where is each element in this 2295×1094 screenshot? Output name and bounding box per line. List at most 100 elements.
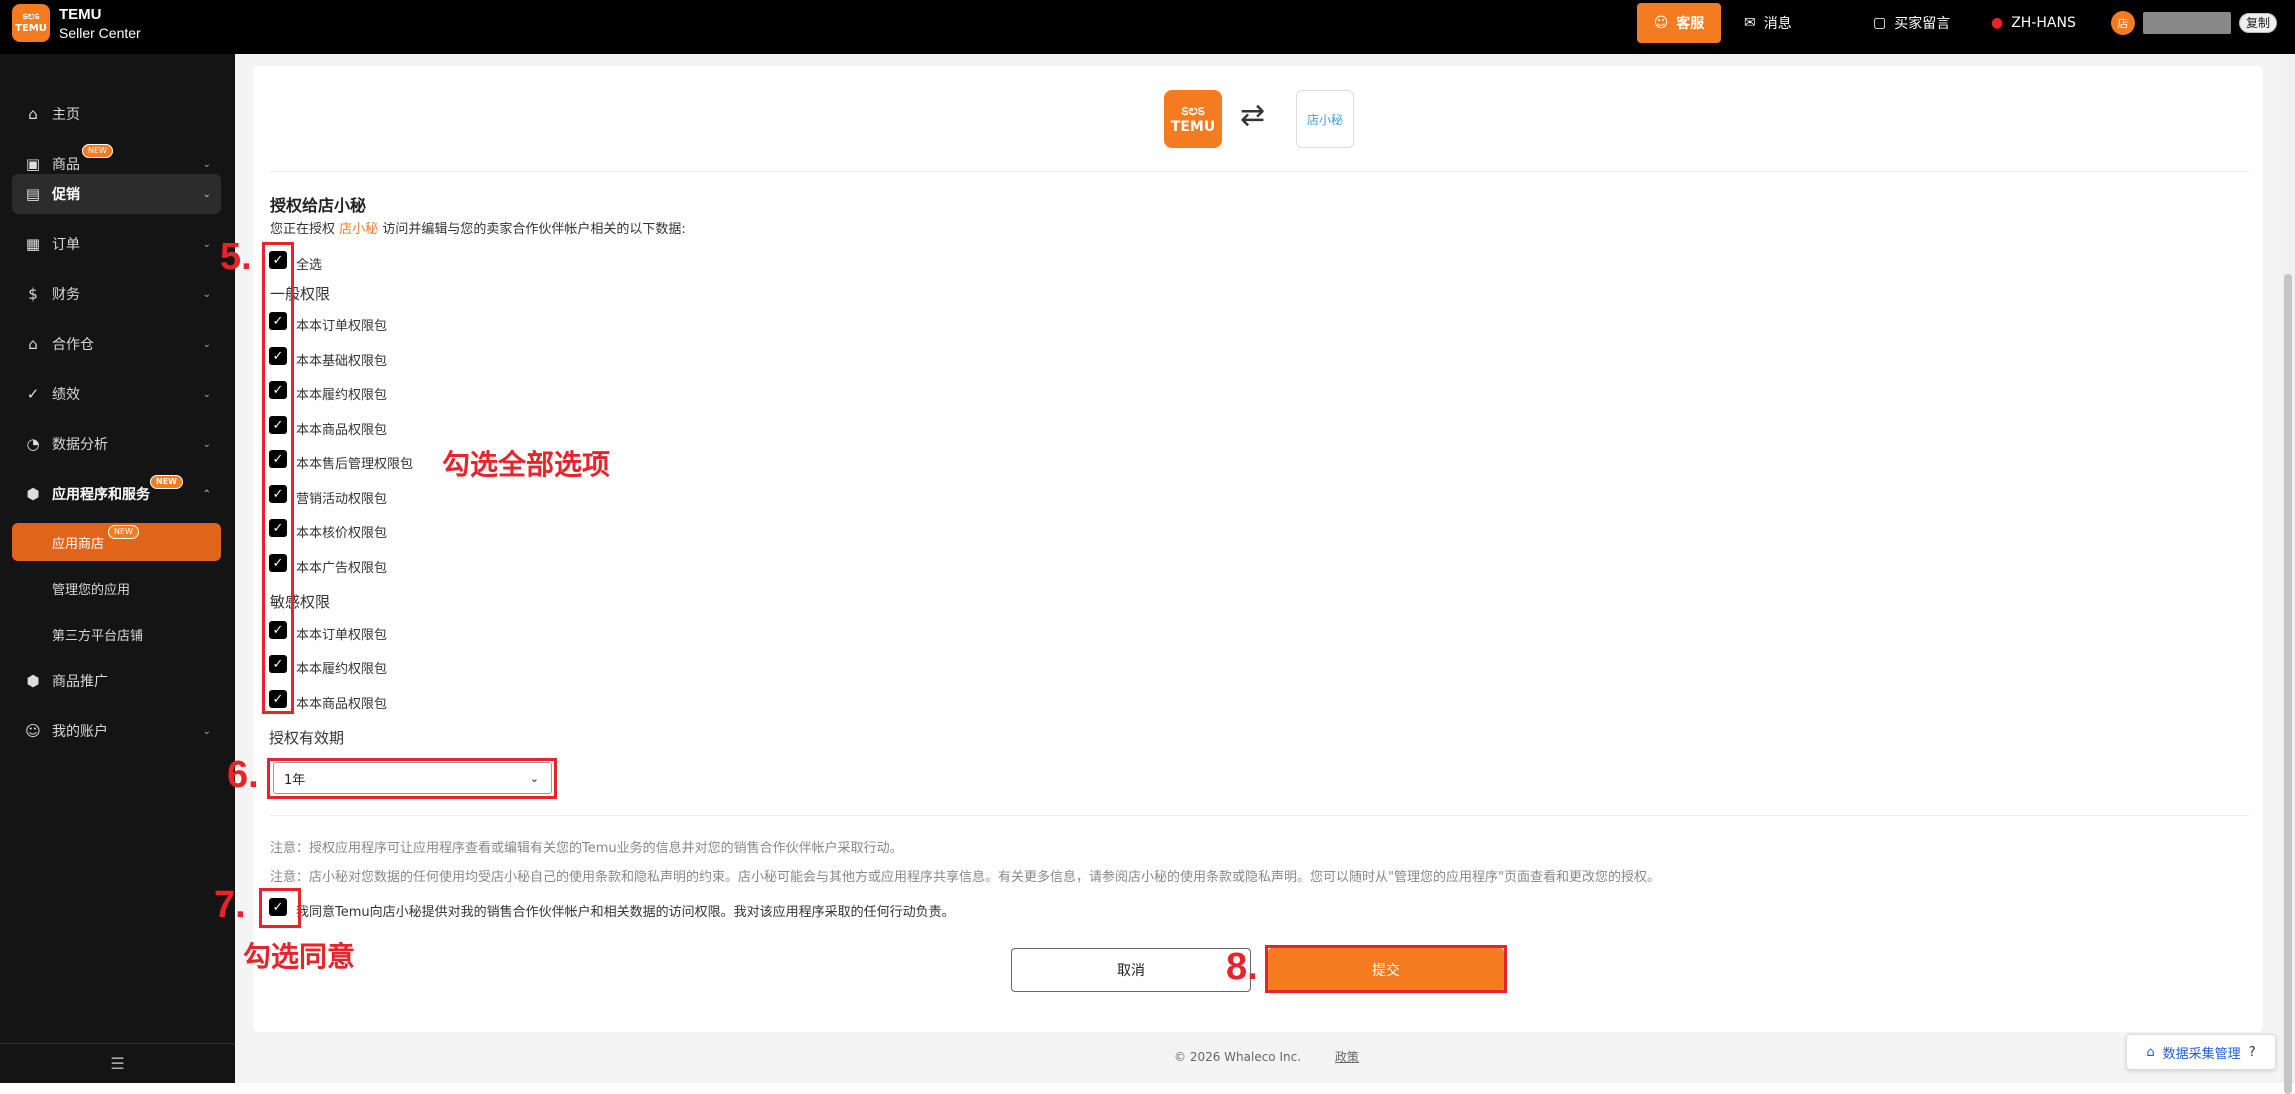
sidebar-item-label: 财务: [52, 287, 80, 303]
note-2: 注意：店小秘对您数据的任何使用均受店小秘自己的使用条款和隐私声明的约束。店小秘可…: [270, 870, 1660, 885]
brand-title: TEMU: [59, 6, 102, 23]
promo-icon: ▤: [25, 185, 41, 203]
chevron-down-icon: ⌄: [202, 188, 211, 200]
auth-title: 授权给店小秘: [270, 196, 367, 215]
sidebar-item-promotions[interactable]: ▤ 促销 ⌄: [12, 174, 221, 214]
language-switcher[interactable]: ● ZH-HANS: [1991, 0, 2076, 46]
annotation-box-agree: [259, 888, 301, 928]
chevron-up-icon: ⌃: [202, 488, 211, 500]
sidebar-collapse-button[interactable]: ☰: [0, 1043, 235, 1083]
dollar-icon: $: [28, 285, 38, 303]
validity-label: 授权有效期: [269, 729, 345, 747]
messages-button[interactable]: ✉ 消息: [1744, 0, 1792, 46]
customer-service-button[interactable]: ☺ 客服: [1637, 3, 1721, 43]
chevron-down-icon: ⌄: [202, 158, 211, 170]
swap-arrows-icon: ⇄: [1240, 98, 1266, 133]
sidebar-item-label: 商品: [52, 157, 80, 173]
auth-desc-prefix: 您正在授权: [270, 222, 336, 237]
authorization-card: [253, 66, 2263, 1032]
sidebar-item-label: 数据分析: [52, 437, 108, 453]
home-icon: ⌂: [28, 105, 38, 123]
chevron-down-icon: ⌄: [202, 338, 211, 350]
chat-icon: ▢: [1873, 15, 1887, 31]
sidebar-item-my-account[interactable]: ☺ 我的账户 ⌄: [12, 711, 221, 751]
temu-app-logo: ಽಲಽ TEMU: [1164, 90, 1222, 148]
annotation-box-checkboxes: [262, 242, 294, 714]
buyer-messages-label: 买家留言: [1894, 16, 1951, 32]
sidebar-item-label: 促销: [52, 187, 80, 203]
sidebar-item-warehouse[interactable]: ⌂ 合作仓 ⌄: [12, 324, 221, 364]
sidebar-subitem-label: 管理您的应用: [52, 582, 131, 598]
messages-label: 消息: [1763, 16, 1792, 32]
sidebar-subitem-third-party-shops[interactable]: 第三方平台店铺: [12, 615, 221, 653]
sidebar-item-home[interactable]: ⌂ 主页: [12, 94, 221, 134]
annotation-check-agree: 勾选同意: [243, 940, 356, 973]
logo-glyphs: ಽಲಽ: [1181, 103, 1205, 119]
new-badge: NEW: [108, 525, 139, 539]
logo-text: TEMU: [15, 23, 47, 34]
chevron-down-icon: ⌄: [202, 725, 211, 737]
sidebar-subitem-app-store[interactable]: 应用商店 NEW: [12, 523, 221, 561]
agree-label: 我同意Temu向店小秘提供对我的销售合作伙伴帐户和相关数据的访问权限。我对该应用…: [296, 905, 955, 920]
sidebar-item-label: 绩效: [52, 387, 80, 403]
order-icon: ▦: [25, 235, 41, 253]
collapse-menu-icon: ☰: [110, 1054, 125, 1073]
language-label: ZH-HANS: [2011, 15, 2076, 31]
bag-icon: ▣: [25, 155, 41, 173]
buyer-messages-button[interactable]: ▢ 买家留言: [1873, 0, 1950, 46]
sidebar-subitem-label: 第三方平台店铺: [52, 628, 144, 644]
scrollbar[interactable]: [2281, 54, 2295, 1094]
annotation-step-7: 7.: [214, 884, 246, 926]
sidebar-item-finance[interactable]: $ 财务 ⌄: [12, 274, 221, 314]
temu-logo[interactable]: ಽಲಽ TEMU: [12, 4, 50, 42]
pie-icon: ◔: [26, 435, 40, 453]
logo-glyphs: ಽಲಽ: [22, 11, 40, 22]
new-badge: NEW: [150, 475, 183, 489]
permission-label: 本本商品权限包: [296, 697, 388, 712]
warehouse-icon: ⌂: [28, 335, 38, 353]
annotation-box-validity: [267, 758, 557, 799]
sidebar-item-orders[interactable]: ▦ 订单 ⌄: [12, 224, 221, 264]
sidebar-item-product-promotion[interactable]: ⬢ 商品推广: [12, 661, 221, 701]
permission-label: 本本基础权限包: [296, 354, 388, 369]
sidebar-item-apps-services[interactable]: ⬢ 应用程序和服务 NEW ⌃: [12, 474, 221, 514]
permission-label: 本本商品权限包: [296, 423, 388, 438]
chevron-down-icon: ⌄: [202, 288, 211, 300]
check-circle-icon: ✓: [26, 385, 40, 403]
robot-icon: ⌂: [2146, 1044, 2155, 1060]
sidebar-subitem-manage-apps[interactable]: 管理您的应用: [12, 569, 221, 607]
permission-label: 本本售后管理权限包: [296, 457, 414, 472]
sidebar-item-analytics[interactable]: ◔ 数据分析 ⌄: [12, 424, 221, 464]
logo-text: TEMU: [1170, 119, 1216, 135]
top-bar: ಽಲಽ TEMU TEMU Seller Center ☺ 客服 ✉ 消息 ▢ …: [0, 0, 2295, 54]
policy-link[interactable]: 政策: [1335, 1050, 1359, 1064]
annotation-step-6: 6.: [227, 754, 259, 796]
copy-button[interactable]: 复制: [2239, 13, 2278, 33]
help-icon: ?: [2248, 1044, 2256, 1060]
annotation-step-8: 8.: [1226, 946, 1258, 988]
auth-desc-app: 店小秘: [339, 222, 379, 237]
permission-label: 营销活动权限包: [296, 492, 388, 507]
sidebar-item-performance[interactable]: ✓ 绩效 ⌄: [12, 374, 221, 414]
customer-service-label: 客服: [1676, 16, 1705, 32]
sidebar-item-label: 我的账户: [52, 724, 108, 740]
user-icon: ☺: [25, 722, 41, 740]
annotation-box-submit: [1265, 945, 1507, 993]
scrollbar-thumb[interactable]: [2284, 274, 2292, 1094]
cube-icon: ⬢: [26, 672, 40, 690]
divider: [270, 815, 2250, 816]
permission-label: 本本广告权限包: [296, 561, 388, 576]
new-badge: NEW: [82, 144, 113, 158]
copyright-text: © 2026 Whaleco Inc.: [1174, 1050, 1302, 1064]
cancel-button[interactable]: 取消: [1011, 948, 1251, 992]
brand-subtitle: Seller Center: [59, 25, 141, 41]
brand-name: TEMU Seller Center: [59, 6, 141, 42]
account-name-redacted: [2143, 12, 2231, 34]
main-content: [235, 54, 2281, 1083]
permission-label: 本本订单权限包: [296, 319, 388, 334]
avatar: 店: [2111, 11, 2135, 35]
note-1: 注意：授权应用程序可让应用程序查看或编辑有关您的Temu业务的信息并对您的销售合…: [270, 841, 903, 856]
account-menu[interactable]: 店 复制: [2111, 0, 2278, 46]
data-collection-button[interactable]: ⌂ 数据采集管理 ?: [2126, 1034, 2276, 1070]
partner-logo-text: 店小秘: [1306, 112, 1343, 127]
